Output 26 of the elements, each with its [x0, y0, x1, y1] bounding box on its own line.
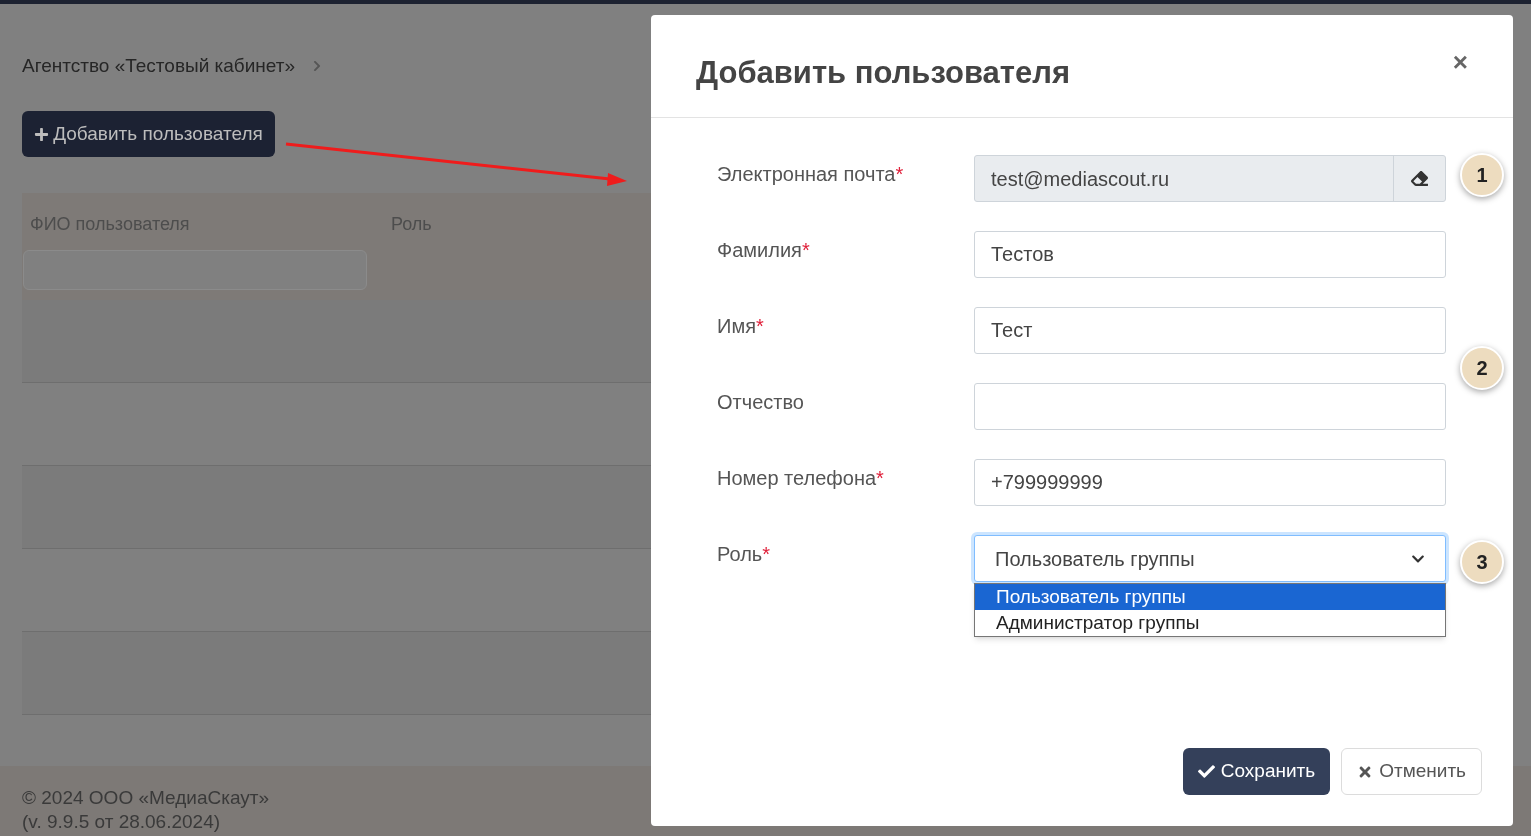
field-label: Отчество: [717, 390, 805, 415]
text-field[interactable]: [974, 383, 1446, 430]
footer-text: © 2024 ООО «МедиаСкаут»: [22, 786, 271, 810]
dialog-title: Добавить пользователя: [696, 53, 1071, 92]
cancel-button[interactable]: Отменить: [1341, 748, 1482, 795]
dropdown-option[interactable]: Пользователь группы: [975, 584, 1445, 610]
check-icon: [1197, 763, 1215, 780]
field-label: Фамилия*: [717, 238, 811, 263]
text-field[interactable]: +799999999: [974, 459, 1446, 506]
field-label: Номер телефона*: [717, 466, 885, 491]
plus-icon: [34, 126, 50, 142]
close-button[interactable]: ×: [1452, 49, 1468, 75]
field-value: test@mediascout.ru: [990, 166, 1171, 192]
eraser-icon: [1411, 170, 1428, 187]
field-label: Электронная почта*: [717, 162, 905, 187]
text-field[interactable]: Тестов: [974, 231, 1446, 278]
add-user-button[interactable]: Добавить пользователя: [22, 111, 275, 157]
save-button[interactable]: Сохранить: [1182, 748, 1331, 795]
email-field[interactable]: test@mediascout.ru: [974, 155, 1446, 202]
dropdown-option[interactable]: Администратор группы: [975, 610, 1445, 636]
text-field[interactable]: Тест: [974, 307, 1446, 354]
role-select[interactable]: Пользователь группы: [974, 535, 1446, 582]
field-label: Роль*: [717, 542, 772, 567]
footer-text: (v. 9.9.5 от 28.06.2024): [22, 810, 222, 834]
breadcrumb-link[interactable]: Агентство «Тестовый кабинет»: [22, 51, 296, 81]
field-label: Имя*: [717, 314, 765, 339]
